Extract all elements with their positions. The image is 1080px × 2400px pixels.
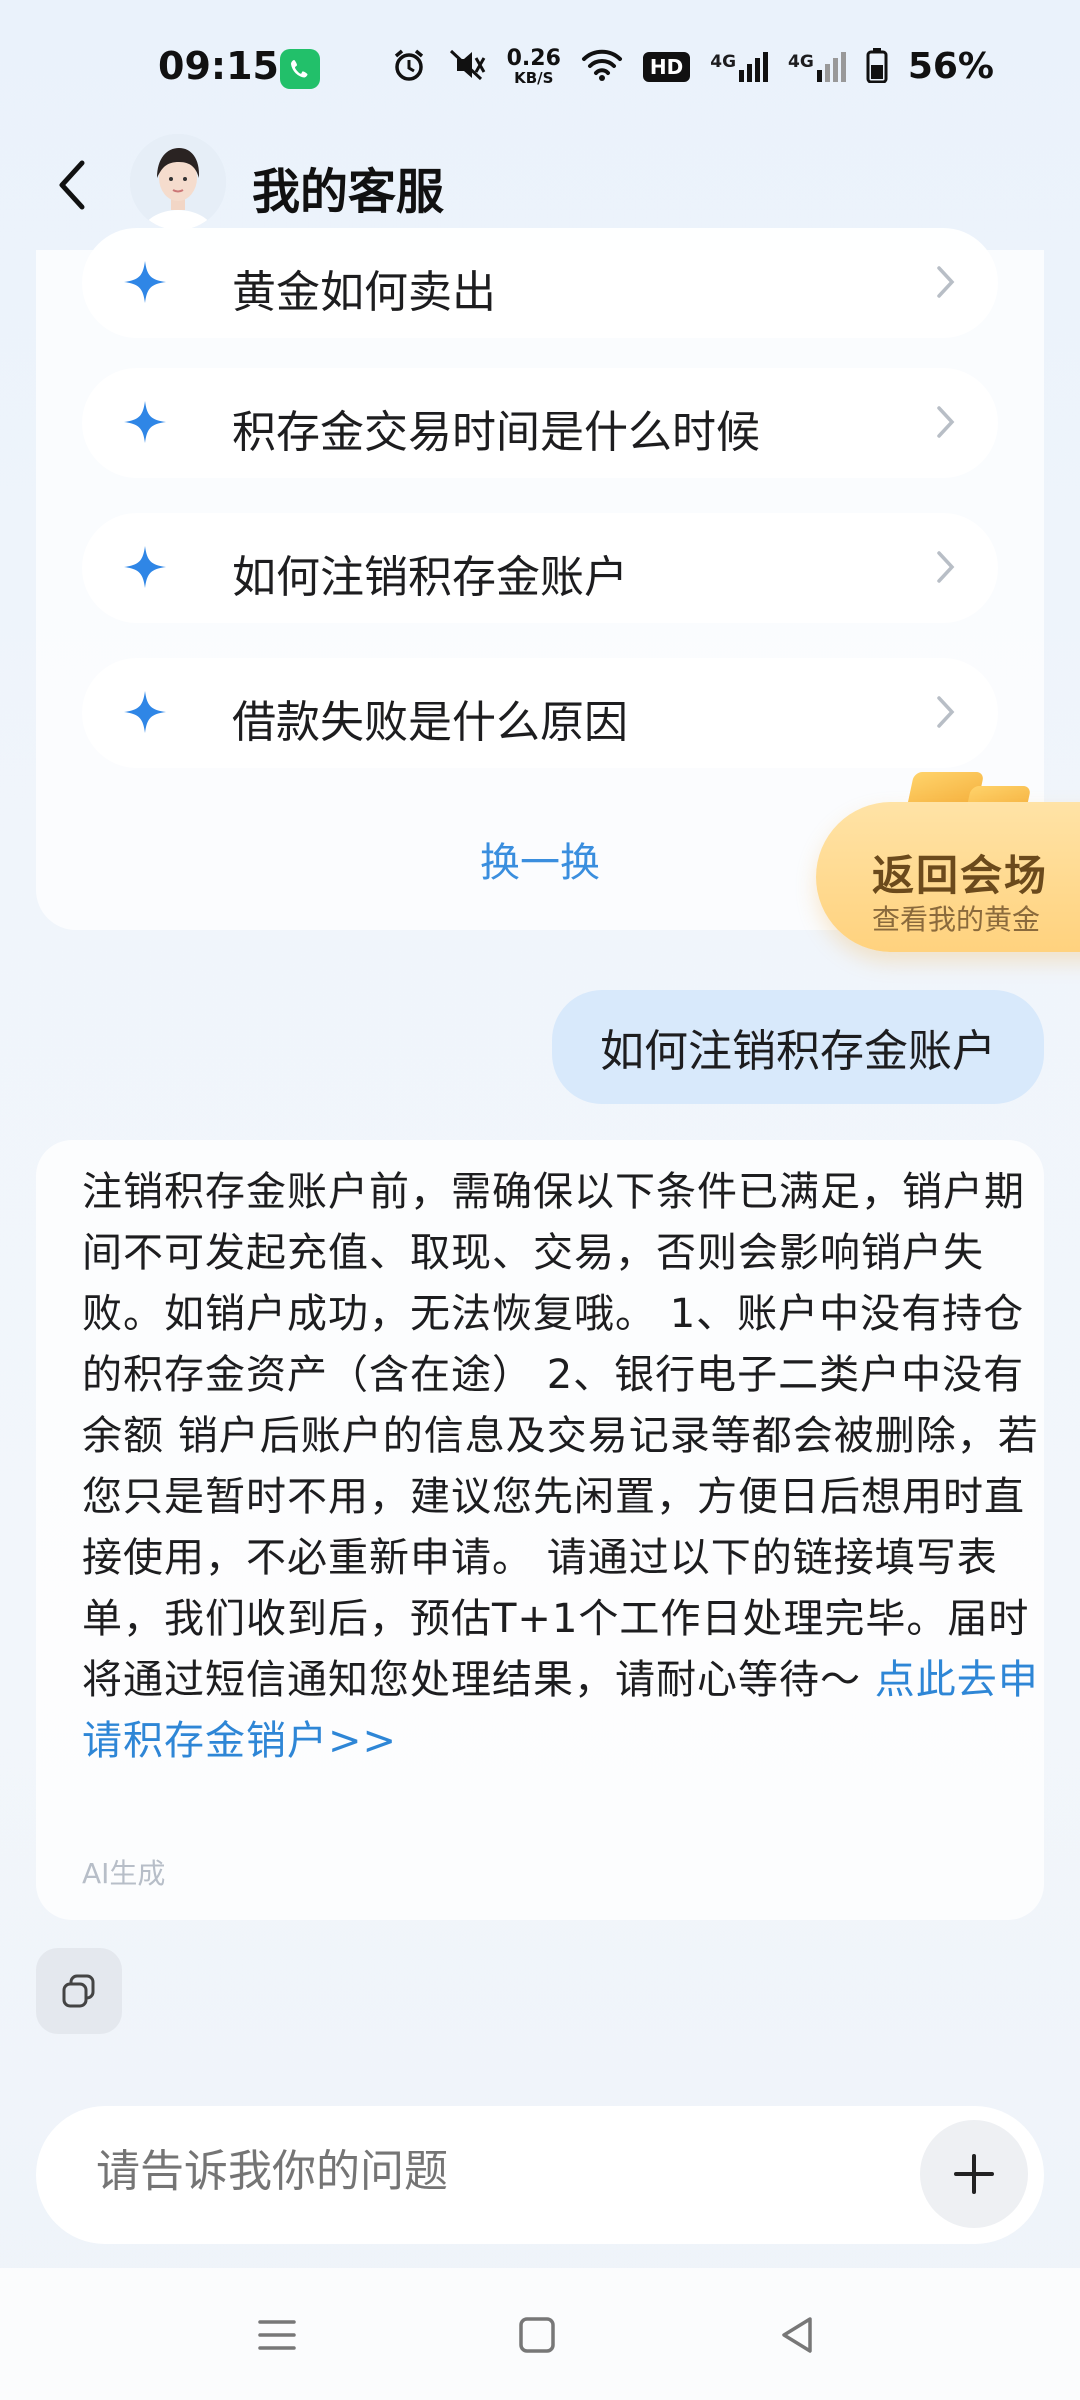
chevron-right-icon <box>937 406 955 438</box>
suggestion-item[interactable]: 如何注销积存金账户 <box>82 513 998 623</box>
plus-icon <box>954 2154 994 2194</box>
suggestion-item[interactable]: 积存金交易时间是什么时候 <box>82 368 998 478</box>
copy-button[interactable] <box>36 1948 122 2034</box>
avatar[interactable] <box>130 134 226 230</box>
chat-header: 我的客服 <box>0 130 1080 240</box>
sparkle-icon <box>124 691 166 733</box>
suggestion-label: 黄金如何卖出 <box>232 267 496 318</box>
status-bar: 09:15 0.26 KB/S HD 4G 4G 56% <box>0 0 1080 140</box>
add-button[interactable] <box>920 2120 1028 2228</box>
net-speed: 0.26 KB/S <box>506 45 561 87</box>
sparkle-icon <box>124 401 166 443</box>
status-icons: 0.26 KB/S HD 4G 4G 56% <box>391 46 994 87</box>
message-input-bar <box>36 2106 1044 2244</box>
hd-badge: HD <box>642 51 691 82</box>
sparkle-icon <box>124 546 166 588</box>
suggestion-label: 如何注销积存金账户 <box>232 552 628 603</box>
suggestion-label: 借款失败是什么原因 <box>232 697 628 748</box>
promo-title: 返回会场 <box>872 851 1049 900</box>
message-input[interactable] <box>94 2146 898 2198</box>
back-nav-icon[interactable] <box>774 2312 820 2358</box>
answer-body: 注销积存金账户前，需确保以下条件已满足，销户期间不可发起充值、取现、交易，否则会… <box>82 1169 1039 1703</box>
answer-text: 注销积存金账户前，需确保以下条件已满足，销户期间不可发起充值、取现、交易，否则会… <box>82 1162 1042 1772</box>
chevron-right-icon <box>937 551 955 583</box>
alarm-icon <box>391 47 427 87</box>
copy-icon <box>62 1974 95 2008</box>
ai-generated-tag: AI生成 <box>82 1857 166 1890</box>
suggestion-label: 积存金交易时间是什么时候 <box>232 407 760 458</box>
menu-icon[interactable] <box>254 2312 300 2358</box>
return-venue-button[interactable]: 返回会场 查看我的黄金 <box>816 772 1080 952</box>
bot-answer-card: 注销积存金账户前，需确保以下条件已满足，销户期间不可发起充值、取现、交易，否则会… <box>36 1140 1044 1920</box>
chevron-right-icon <box>937 696 955 728</box>
call-icon <box>280 49 320 89</box>
battery-percent: 56% <box>907 46 994 87</box>
user-message-bubble: 如何注销积存金账户 <box>552 990 1044 1104</box>
sparkle-icon <box>124 261 166 303</box>
suggestion-item[interactable]: 黄金如何卖出 <box>82 228 998 338</box>
user-message-text: 如何注销积存金账户 <box>600 1026 996 1077</box>
status-time: 09:15 <box>158 44 279 88</box>
battery-icon <box>866 47 888 87</box>
system-nav-bar <box>0 2268 1080 2400</box>
signal-icon-2: 4G <box>788 51 846 82</box>
promo-subtitle: 查看我的黄金 <box>872 903 1041 936</box>
wifi-icon <box>581 48 623 86</box>
back-icon[interactable] <box>52 155 92 215</box>
signal-icon-1: 4G <box>710 51 769 82</box>
home-icon[interactable] <box>514 2312 560 2358</box>
chevron-right-icon <box>937 266 955 298</box>
suggestion-item[interactable]: 借款失败是什么原因 <box>82 658 998 768</box>
mute-icon <box>447 47 487 87</box>
page-title: 我的客服 <box>252 164 445 220</box>
